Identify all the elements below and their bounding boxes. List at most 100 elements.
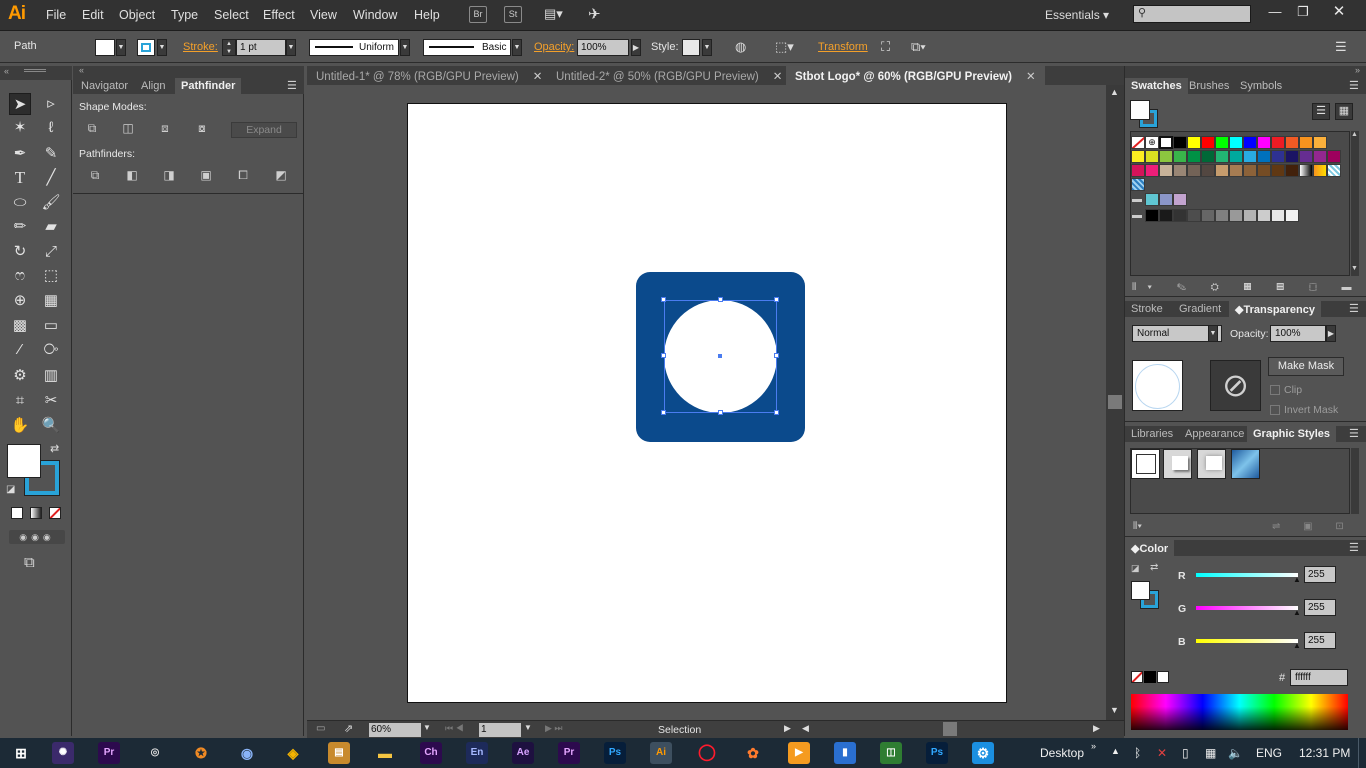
free-transform-tool-icon[interactable]: ⬚: [40, 265, 62, 287]
tab-stroke[interactable]: Stroke: [1125, 301, 1169, 317]
tab-graphic-styles[interactable]: Graphic Styles: [1247, 426, 1337, 442]
close-tab-icon[interactable]: ✕: [773, 71, 783, 83]
tab-navigator[interactable]: Navigator: [75, 78, 134, 94]
paintbrush-tool-icon[interactable]: 🖌: [40, 192, 62, 214]
list-view-icon[interactable]: ☰: [1312, 103, 1330, 120]
swatch-gradient-orange[interactable]: [1313, 164, 1327, 177]
ellipse-tool-icon[interactable]: ⬭: [9, 192, 31, 214]
green-slider-handle[interactable]: ▲: [1293, 608, 1301, 617]
taskbar-app-icon[interactable]: ▮: [834, 742, 856, 764]
swatch[interactable]: [1243, 136, 1257, 149]
show-desktop-button[interactable]: [1358, 738, 1366, 768]
swatch[interactable]: [1271, 136, 1285, 149]
resize-handle[interactable]: [774, 297, 779, 302]
swatch[interactable]: [1215, 136, 1229, 149]
taskbar-premiere-icon[interactable]: Pr: [558, 742, 580, 764]
taskbar-app-icon[interactable]: ⚙: [972, 742, 994, 764]
swatch[interactable]: [1187, 209, 1201, 222]
swatches-menu-icon[interactable]: ☰: [1349, 79, 1359, 92]
exclude-icon[interactable]: ⧇: [193, 121, 211, 137]
graphic-style-pattern[interactable]: [1231, 449, 1260, 479]
fill-color-front[interactable]: [7, 444, 41, 478]
stock-button[interactable]: St: [504, 6, 522, 23]
close-tab-icon[interactable]: ✕: [1026, 71, 1036, 83]
opacity-field[interactable]: 100%: [577, 39, 629, 56]
control-menu-icon[interactable]: ☰: [1335, 39, 1347, 55]
resize-handle[interactable]: [718, 410, 723, 415]
taskbar-premiere-icon[interactable]: Pr: [98, 742, 120, 764]
opacity-label[interactable]: Opacity:: [534, 41, 574, 53]
gray-group-folder-icon[interactable]: ▬: [1132, 210, 1142, 221]
color-white-swatch[interactable]: [1157, 671, 1169, 683]
gpu-rocket-icon[interactable]: ✈: [588, 5, 601, 23]
swatch[interactable]: [1229, 164, 1243, 177]
windows-start-icon[interactable]: ⊞: [10, 742, 32, 764]
tab-pathfinder[interactable]: Pathfinder: [175, 78, 242, 94]
gradient-tool-icon[interactable]: ▭: [40, 315, 62, 337]
expand-button[interactable]: Expand: [231, 122, 297, 138]
swatch[interactable]: [1159, 193, 1173, 206]
style-swatch[interactable]: [682, 39, 700, 56]
swatches-scrollbar[interactable]: ▲ ▼: [1351, 131, 1359, 276]
none-mode-icon[interactable]: [49, 507, 61, 519]
swatch[interactable]: [1257, 209, 1271, 222]
swatch[interactable]: [1285, 150, 1299, 163]
gpu-status-icon[interactable]: ▭: [316, 723, 325, 734]
swatch[interactable]: [1173, 164, 1187, 177]
crop-icon[interactable]: ▣: [197, 168, 215, 184]
red-slider[interactable]: [1196, 573, 1298, 577]
direct-selection-tool-icon[interactable]: ▹: [40, 93, 62, 115]
tab-document-2[interactable]: Untitled-2* @ 50% (RGB/GPU Preview) ✕: [547, 66, 791, 85]
isolate-group-icon[interactable]: ⛶: [881, 39, 890, 55]
resize-handle[interactable]: [661, 353, 666, 358]
graphic-style-soft[interactable]: [1197, 449, 1226, 479]
swap-colors-icon[interactable]: ⇄: [50, 442, 59, 455]
warp-tool-icon[interactable]: ෆ: [9, 265, 31, 287]
minus-back-icon[interactable]: ◩: [272, 168, 290, 184]
swatch[interactable]: [1145, 193, 1159, 206]
red-slider-handle[interactable]: ▲: [1293, 575, 1301, 584]
swatch-pattern[interactable]: [1327, 164, 1341, 177]
tab-appearance[interactable]: Appearance: [1179, 426, 1250, 442]
tab-symbols[interactable]: Symbols: [1234, 78, 1288, 94]
resize-handle[interactable]: [661, 410, 666, 415]
symbol-sprayer-tool-icon[interactable]: ⚙: [9, 365, 31, 387]
swatch[interactable]: [1145, 150, 1159, 163]
taskbar-media-icon[interactable]: ▶: [788, 742, 810, 764]
color-default-icon[interactable]: ◪: [1131, 563, 1140, 574]
perspective-grid-tool-icon[interactable]: ▦: [40, 290, 62, 312]
swatch[interactable]: [1159, 209, 1173, 222]
swatch[interactable]: [1285, 136, 1299, 149]
swatch[interactable]: [1131, 150, 1145, 163]
merge-icon[interactable]: ◨: [160, 168, 178, 184]
swatch[interactable]: [1187, 150, 1201, 163]
swatch[interactable]: [1271, 150, 1285, 163]
color-group-folder-icon[interactable]: ▬: [1132, 194, 1142, 205]
swatch[interactable]: [1201, 164, 1215, 177]
swatch[interactable]: [1229, 209, 1243, 222]
taskbar-illustrator-icon[interactable]: Ai: [650, 742, 672, 764]
taskbar-app-icon[interactable]: ✿: [742, 742, 764, 764]
envelope-options-icon[interactable]: ⧉▾: [911, 39, 926, 55]
rotate-tool-icon[interactable]: ↻: [9, 241, 31, 263]
swatch[interactable]: [1187, 136, 1201, 149]
style-dropdown[interactable]: ▼: [702, 39, 712, 56]
transparency-opacity-arrow[interactable]: ▶: [1326, 325, 1336, 342]
resize-handle[interactable]: [774, 353, 779, 358]
swatch[interactable]: [1201, 209, 1215, 222]
swatch[interactable]: [1299, 136, 1313, 149]
transparency-menu-icon[interactable]: ☰: [1349, 302, 1359, 315]
swatch[interactable]: [1215, 164, 1229, 177]
resize-handle[interactable]: [718, 297, 723, 302]
menu-effect[interactable]: Effect: [263, 8, 295, 22]
default-colors-icon[interactable]: ◪: [6, 484, 15, 495]
green-value-field[interactable]: 255: [1304, 599, 1336, 616]
volume-icon[interactable]: 🔈: [1228, 746, 1243, 760]
taskbar-encoder-icon[interactable]: En: [466, 742, 488, 764]
tab-document-3[interactable]: Stbot Logo* @ 60% (RGB/GPU Preview) ✕: [786, 66, 1045, 85]
tools-panel-header[interactable]: «: [0, 66, 72, 80]
graph-tool-icon[interactable]: ▥: [40, 365, 62, 387]
swatch[interactable]: [1285, 164, 1299, 177]
align-options-icon[interactable]: ⬚▾: [775, 39, 794, 55]
color-menu-icon[interactable]: ☰: [1349, 541, 1359, 554]
